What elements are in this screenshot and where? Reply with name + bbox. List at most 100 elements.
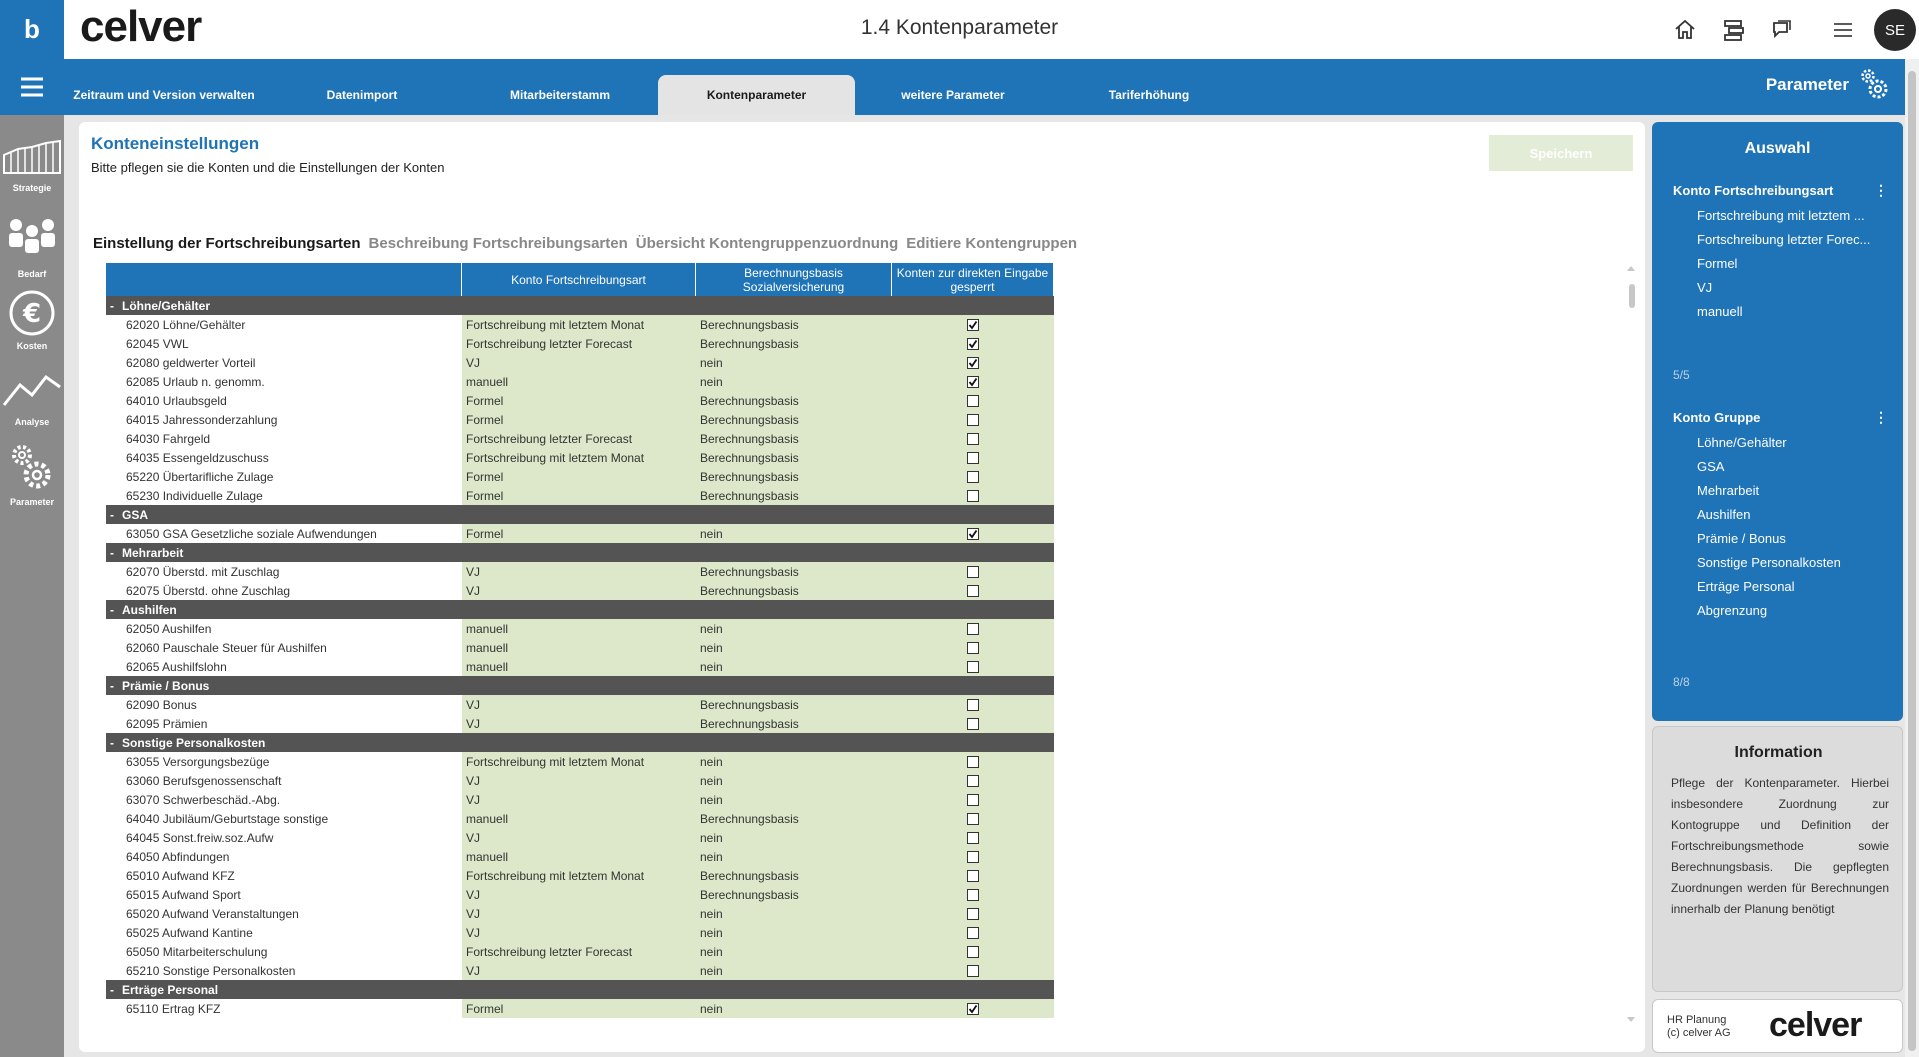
checkbox-unchecked[interactable]: [967, 432, 979, 445]
menu-icon[interactable]: [1829, 16, 1857, 44]
checkbox-unchecked[interactable]: [967, 584, 979, 597]
berechnungsbasis-cell[interactable]: Berechnungsbasis: [696, 486, 892, 505]
fortschreibungsart-cell[interactable]: Formel: [462, 391, 696, 410]
avatar[interactable]: SE: [1874, 9, 1916, 51]
scrollbar-thumb[interactable]: [1629, 284, 1635, 308]
berechnungsbasis-cell[interactable]: Berechnungsbasis: [696, 885, 892, 904]
checkbox-checked[interactable]: [967, 375, 979, 388]
checkbox-unchecked[interactable]: [967, 793, 979, 806]
sidebar-item-bedarf[interactable]: Bedarf: [0, 213, 64, 289]
berechnungsbasis-cell[interactable]: nein: [696, 771, 892, 790]
filter-item[interactable]: Mehrarbeit: [1697, 479, 1895, 503]
checkbox-checked[interactable]: [967, 318, 979, 331]
tab-datenimport[interactable]: Datenimport: [262, 75, 462, 115]
page-scrollbar-thumb[interactable]: [1908, 71, 1916, 1051]
hamburger-menu-button[interactable]: [0, 59, 64, 115]
berechnungsbasis-cell[interactable]: Berechnungsbasis: [696, 410, 892, 429]
berechnungsbasis-cell[interactable]: Berechnungsbasis: [696, 334, 892, 353]
collapse-icon[interactable]: -: [110, 546, 114, 560]
sidebar-item-kosten[interactable]: € Kosten: [0, 287, 64, 363]
fortschreibungsart-cell[interactable]: VJ: [462, 923, 696, 942]
berechnungsbasis-cell[interactable]: nein: [696, 828, 892, 847]
group-row[interactable]: - Prämie / Bonus: [106, 676, 1054, 695]
checkbox-checked[interactable]: [967, 337, 979, 350]
tab-mitarbeiterstamm[interactable]: Mitarbeiterstamm: [462, 75, 658, 115]
filter-item[interactable]: Aushilfen: [1697, 503, 1895, 527]
fortschreibungsart-cell[interactable]: Fortschreibung mit letztem Monat: [462, 315, 696, 334]
checkbox-unchecked[interactable]: [967, 812, 979, 825]
checkbox-unchecked[interactable]: [967, 831, 979, 844]
filter-item[interactable]: GSA: [1697, 455, 1895, 479]
checkbox-checked[interactable]: [967, 1002, 979, 1015]
berechnungsbasis-cell[interactable]: nein: [696, 847, 892, 866]
berechnungsbasis-cell[interactable]: Berechnungsbasis: [696, 714, 892, 733]
fortschreibungsart-cell[interactable]: manuell: [462, 638, 696, 657]
checkbox-unchecked[interactable]: [967, 622, 979, 635]
tab-weitere-parameter[interactable]: weitere Parameter: [855, 75, 1051, 115]
fortschreibungsart-cell[interactable]: Fortschreibung letzter Forecast: [462, 429, 696, 448]
berechnungsbasis-cell[interactable]: nein: [696, 999, 892, 1018]
home-icon[interactable]: [1671, 16, 1699, 44]
fortschreibungsart-cell[interactable]: manuell: [462, 372, 696, 391]
fortschreibungsart-cell[interactable]: manuell: [462, 809, 696, 828]
fortschreibungsart-cell[interactable]: Formel: [462, 486, 696, 505]
sidebar-item-strategie[interactable]: Strategie: [0, 133, 64, 209]
fortschreibungsart-cell[interactable]: VJ: [462, 353, 696, 372]
table-scrollbar[interactable]: [1626, 264, 1636, 1024]
group-row[interactable]: - Mehrarbeit: [106, 543, 1054, 562]
filter-item[interactable]: VJ: [1697, 276, 1895, 300]
berechnungsbasis-cell[interactable]: Berechnungsbasis: [696, 581, 892, 600]
filter-item[interactable]: Sonstige Personalkosten: [1697, 551, 1895, 575]
collapse-icon[interactable]: -: [110, 679, 114, 693]
fortschreibungsart-cell[interactable]: manuell: [462, 619, 696, 638]
berechnungsbasis-cell[interactable]: Berechnungsbasis: [696, 429, 892, 448]
fortschreibungsart-cell[interactable]: Formel: [462, 467, 696, 486]
checkbox-unchecked[interactable]: [967, 698, 979, 711]
tab-kontenparameter[interactable]: Kontenparameter: [658, 75, 855, 115]
berechnungsbasis-cell[interactable]: nein: [696, 904, 892, 923]
group-row[interactable]: - Sonstige Personalkosten: [106, 733, 1054, 752]
subtab-beschreibung-fortschreibungsarten[interactable]: Beschreibung Fortschreibungsarten: [369, 235, 628, 252]
filter-item[interactable]: Löhne/Gehälter: [1697, 431, 1895, 455]
checkbox-unchecked[interactable]: [967, 394, 979, 407]
checkbox-unchecked[interactable]: [967, 660, 979, 673]
filter-item[interactable]: Abgrenzung: [1697, 599, 1895, 623]
berechnungsbasis-cell[interactable]: nein: [696, 790, 892, 809]
tab-tariferhoehung[interactable]: Tariferhöhung: [1051, 75, 1247, 115]
checkbox-unchecked[interactable]: [967, 850, 979, 863]
checkbox-unchecked[interactable]: [967, 451, 979, 464]
fortschreibungsart-cell[interactable]: VJ: [462, 828, 696, 847]
checkbox-unchecked[interactable]: [967, 888, 979, 901]
fortschreibungsart-cell[interactable]: VJ: [462, 771, 696, 790]
tab-zeitraum-version[interactable]: Zeitraum und Version verwalten: [66, 75, 262, 115]
filter-item[interactable]: Fortschreibung letzter Forec...: [1697, 228, 1895, 252]
fortschreibungsart-cell[interactable]: Formel: [462, 999, 696, 1018]
berechnungsbasis-cell[interactable]: nein: [696, 619, 892, 638]
fortschreibungsart-cell[interactable]: VJ: [462, 961, 696, 980]
group-row[interactable]: - GSA: [106, 505, 1054, 524]
fortschreibungsart-cell[interactable]: Fortschreibung letzter Forecast: [462, 942, 696, 961]
checkbox-unchecked[interactable]: [967, 565, 979, 578]
more-options-icon[interactable]: ⋮: [1874, 182, 1888, 199]
collapse-icon[interactable]: -: [110, 508, 114, 522]
column-header-fortschreibungsart[interactable]: Konto Fortschreibungsart: [462, 263, 696, 296]
checkbox-checked[interactable]: [967, 356, 979, 369]
column-header-gesperrt[interactable]: Konten zur direkten Eingabe gesperrt: [892, 263, 1054, 296]
save-button[interactable]: Speichern: [1489, 135, 1633, 171]
fortschreibungsart-cell[interactable]: VJ: [462, 714, 696, 733]
column-header-berechnungsbasis[interactable]: Berechnungsbasis Sozialversicherung: [696, 263, 892, 296]
berechnungsbasis-cell[interactable]: Berechnungsbasis: [696, 562, 892, 581]
group-row[interactable]: - Aushilfen: [106, 600, 1054, 619]
checkbox-unchecked[interactable]: [967, 641, 979, 654]
checkbox-unchecked[interactable]: [967, 774, 979, 787]
berechnungsbasis-cell[interactable]: nein: [696, 961, 892, 980]
fortschreibungsart-cell[interactable]: VJ: [462, 581, 696, 600]
berechnungsbasis-cell[interactable]: nein: [696, 752, 892, 771]
subtab-editiere-kontengruppen[interactable]: Editiere Kontengruppen: [906, 235, 1077, 252]
app-logo[interactable]: b: [0, 0, 64, 59]
chat-icon[interactable]: [1768, 16, 1796, 44]
fortschreibungsart-cell[interactable]: manuell: [462, 847, 696, 866]
checkbox-unchecked[interactable]: [967, 489, 979, 502]
fortschreibungsart-cell[interactable]: Fortschreibung mit letztem Monat: [462, 866, 696, 885]
checkbox-unchecked[interactable]: [967, 869, 979, 882]
